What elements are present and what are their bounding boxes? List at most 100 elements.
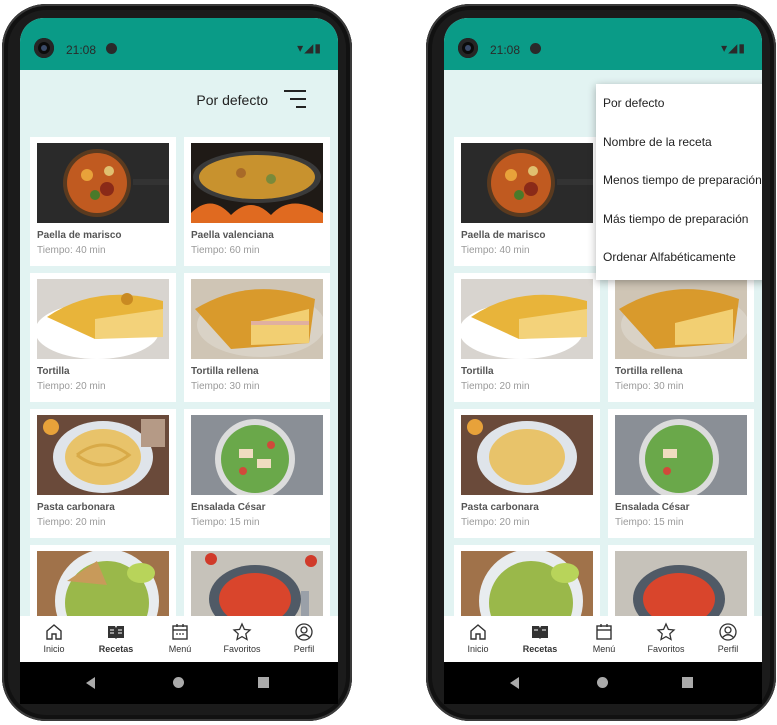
system-navigation-bar [20, 662, 338, 704]
back-icon[interactable] [86, 677, 95, 689]
recipe-title: Ensalada César [191, 502, 266, 513]
nav-label: Menú [168, 644, 192, 654]
bottom-navigation: Inicio Recetas Menú Favoritos Perfil [20, 616, 338, 662]
nav-item-inicio[interactable]: Inicio [24, 622, 84, 654]
back-icon[interactable] [510, 677, 519, 689]
recipe-title: Tortilla [461, 366, 494, 377]
nav-label: Recetas [98, 644, 134, 654]
recipe-card[interactable]: Tortilla Tiempo: 20 min [30, 273, 176, 402]
sort-option-default[interactable]: Por defecto [603, 96, 664, 110]
recipe-time: Tiempo: 20 min [461, 517, 530, 528]
nav-item-perfil[interactable]: Perfil [698, 622, 758, 654]
sort-dropdown-menu: Por defecto Nombre de la receta Menos ti… [596, 84, 762, 280]
profile-icon [719, 623, 737, 641]
nav-label: Inicio [467, 644, 489, 654]
status-bar: 21:08 ▾◢▮ [20, 18, 338, 70]
recipe-book-icon [108, 626, 124, 639]
recipe-title: Paella valenciana [191, 230, 274, 241]
system-navigation-bar [444, 662, 762, 704]
status-icons: ▾◢▮ [721, 41, 746, 55]
nav-label: Perfil [717, 644, 739, 654]
sort-option-least-time[interactable]: Menos tiempo de preparación [603, 173, 762, 187]
recipe-image-paella-marisco [461, 143, 593, 223]
nav-label: Favoritos [647, 644, 685, 654]
recipe-image-paella-valenciana [191, 143, 323, 223]
home-icon [470, 624, 486, 640]
recipe-image-tortilla-rellena [191, 279, 323, 359]
recipe-card[interactable]: Paella valenciana Tiempo: 60 min [184, 137, 330, 266]
recipe-card[interactable]: Pasta carbonara Tiempo: 20 min [30, 409, 176, 538]
home-button-icon[interactable] [597, 677, 608, 688]
recipe-title: Tortilla rellena [615, 366, 683, 377]
recipe-image-ensalada-cesar [615, 415, 747, 495]
nav-item-menu[interactable]: Menú [574, 622, 634, 654]
nav-item-recetas[interactable]: Recetas [510, 622, 570, 654]
recipe-title: Ensalada César [615, 502, 690, 513]
sort-option-name[interactable]: Nombre de la receta [603, 135, 712, 149]
nav-item-menu[interactable]: Menú [150, 622, 210, 654]
notification-icon [530, 43, 541, 54]
recipe-title: Pasta carbonara [37, 502, 115, 513]
nav-label: Recetas [522, 644, 558, 654]
recipe-time: Tiempo: 20 min [461, 381, 530, 392]
recents-icon[interactable] [682, 677, 693, 688]
recipe-image-tortilla [37, 279, 169, 359]
nav-item-favoritos[interactable]: Favoritos [212, 622, 272, 654]
recipe-card[interactable]: Tortilla Tiempo: 20 min [454, 273, 600, 402]
recipe-card[interactable]: Tortilla rellena Tiempo: 30 min [608, 273, 754, 402]
phone-left: 21:08 ▾◢▮ Por defecto Paella de marisco … [2, 4, 352, 721]
camera-icon [34, 38, 54, 58]
recipe-card[interactable]: Paella de marisco Tiempo: 40 min [30, 137, 176, 266]
recipe-card[interactable]: Ensalada César Tiempo: 15 min [184, 409, 330, 538]
recipe-image-tortilla [461, 279, 593, 359]
recipe-grid: Paella de marisco Tiempo: 40 min Paella … [30, 137, 332, 662]
nav-item-inicio[interactable]: Inicio [448, 622, 508, 654]
nav-item-perfil[interactable]: Perfil [274, 622, 334, 654]
recipe-title: Paella de marisco [37, 230, 122, 241]
status-time: 21:08 [490, 43, 521, 57]
nav-label: Favoritos [223, 644, 261, 654]
calendar-icon [596, 624, 612, 640]
sort-label[interactable]: Por defecto [196, 92, 268, 108]
nav-item-favoritos[interactable]: Favoritos [636, 622, 696, 654]
nav-label: Menú [592, 644, 616, 654]
sort-bar: Por defecto [20, 70, 338, 140]
status-bar: 21:08 ▾◢▮ [444, 18, 762, 70]
home-button-icon[interactable] [173, 677, 184, 688]
recipe-time: Tiempo: 30 min [615, 381, 684, 392]
status-time: 21:08 [66, 43, 97, 57]
nav-label: Inicio [43, 644, 65, 654]
recipe-time: Tiempo: 60 min [191, 245, 260, 256]
recipe-card[interactable]: Tortilla rellena Tiempo: 30 min [184, 273, 330, 402]
recipe-title: Pasta carbonara [461, 502, 539, 513]
recipe-title: Tortilla rellena [191, 366, 259, 377]
screen: 21:08 ▾◢▮ Por defecto Paella de marisco … [20, 18, 338, 662]
sort-option-most-time[interactable]: Más tiempo de preparación [603, 212, 748, 226]
recipe-image-paella-marisco [37, 143, 169, 223]
star-icon [232, 622, 252, 641]
recipe-title: Paella de marisco [461, 230, 546, 241]
recipe-time: Tiempo: 20 min [37, 517, 106, 528]
recipe-card[interactable]: Pasta carbonara Tiempo: 20 min [454, 409, 600, 538]
recipe-time: Tiempo: 30 min [191, 381, 260, 392]
notification-icon [106, 43, 117, 54]
phone-right: 21:08 ▾◢▮ Paella de marisco Tiempo: 40 m… [426, 4, 776, 721]
recipe-time: Tiempo: 40 min [461, 245, 530, 256]
recipe-time: Tiempo: 15 min [191, 517, 260, 528]
calendar-icon [172, 624, 188, 640]
status-icons: ▾◢▮ [297, 41, 322, 55]
home-icon [46, 624, 62, 640]
recipe-time: Tiempo: 15 min [615, 517, 684, 528]
recipe-time: Tiempo: 40 min [37, 245, 106, 256]
sort-icon[interactable] [284, 90, 306, 110]
star-icon [656, 622, 676, 641]
recipe-card[interactable]: Paella de marisco Tiempo: 40 min [454, 137, 600, 266]
camera-icon [458, 38, 478, 58]
nav-item-recetas[interactable]: Recetas [86, 622, 146, 654]
recipe-image-pasta-carbonara [37, 415, 169, 495]
recipe-card[interactable]: Ensalada César Tiempo: 15 min [608, 409, 754, 538]
recipe-image-pasta-carbonara [461, 415, 593, 495]
recipe-title: Tortilla [37, 366, 70, 377]
recents-icon[interactable] [258, 677, 269, 688]
sort-option-alphabetical[interactable]: Ordenar Alfabéticamente [603, 250, 736, 264]
